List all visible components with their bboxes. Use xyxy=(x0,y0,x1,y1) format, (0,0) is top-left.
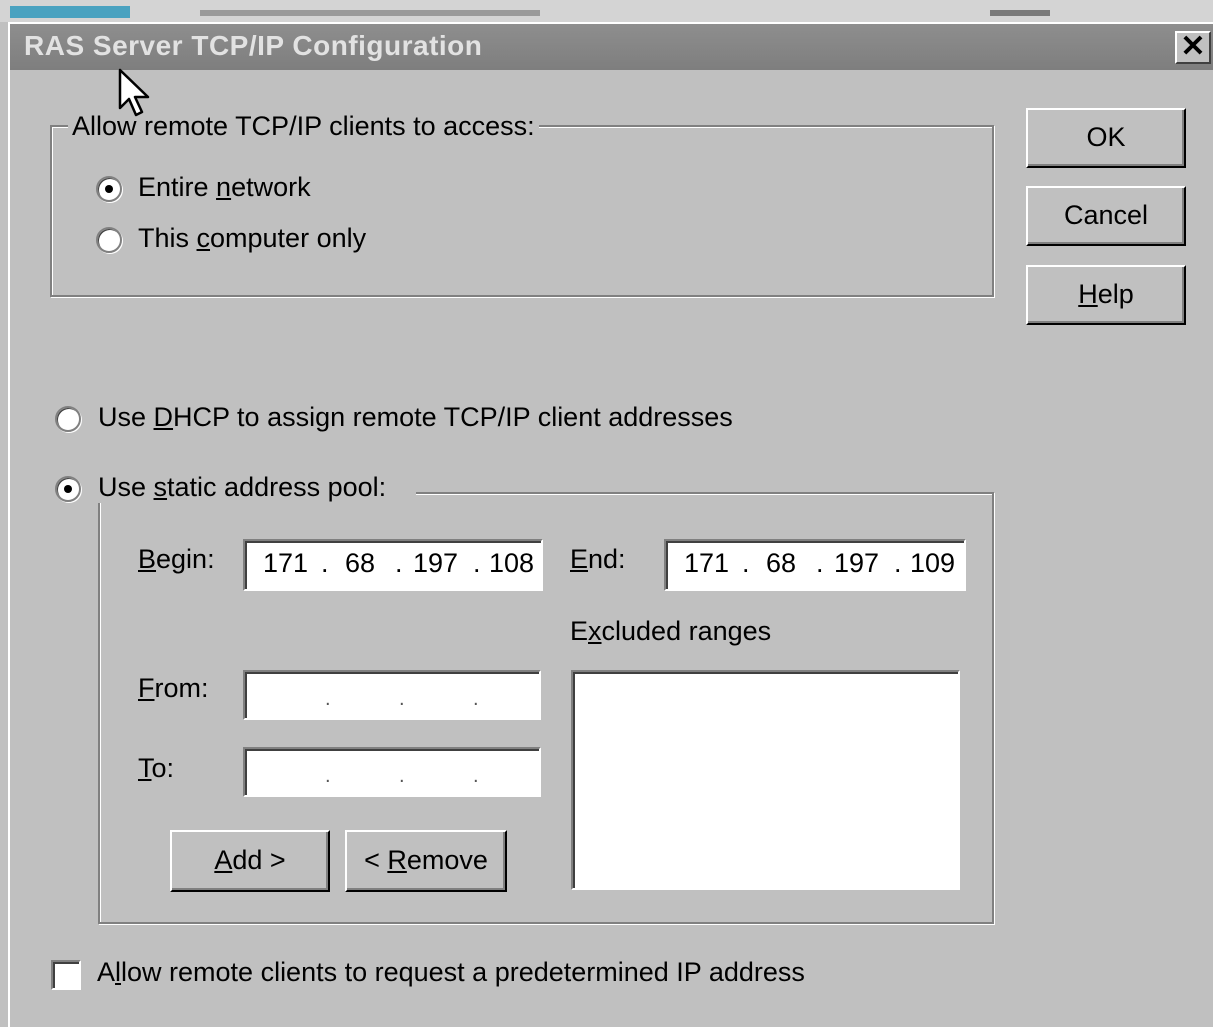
this-computer-only-radio[interactable] xyxy=(96,227,122,253)
accelerator-key: D xyxy=(153,402,174,432)
label-text: tatic address pool: xyxy=(167,472,387,502)
ip-octet: 108 xyxy=(489,548,535,578)
accelerator-key: R xyxy=(387,845,407,875)
label-text: rom: xyxy=(154,673,209,703)
ip-octet: 197 xyxy=(834,548,880,578)
background-taskbar-segment xyxy=(10,6,130,18)
begin-label: Begin: xyxy=(138,544,215,575)
use-static-pool-radio[interactable] xyxy=(55,476,81,502)
accelerator-key: B xyxy=(138,544,157,574)
end-label: End: xyxy=(570,544,626,575)
help-button[interactable]: Help xyxy=(1026,265,1186,325)
ip-separator: . xyxy=(816,548,824,578)
label-text: HCP to assign remote TCP/IP client addre… xyxy=(173,402,733,432)
cancel-button[interactable]: Cancel xyxy=(1026,186,1186,246)
accelerator-key: T xyxy=(138,753,152,783)
label-text: This xyxy=(138,223,197,253)
ip-separator: . xyxy=(894,548,902,578)
remove-label: < xyxy=(364,845,388,875)
mouse-cursor-icon xyxy=(118,68,150,117)
remove-button[interactable]: < Remove xyxy=(345,830,507,892)
label-text: A xyxy=(97,957,116,987)
label-text: E xyxy=(570,616,589,646)
label-text: omputer only xyxy=(210,223,367,253)
dialog-title: RAS Server TCP/IP Configuration xyxy=(24,30,483,61)
label-text: Entire xyxy=(138,172,217,202)
begin-ip-field[interactable]: 171 . 68 . 197 . 108 xyxy=(243,539,543,591)
ip-octet: 197 xyxy=(413,548,459,578)
entire-network-label[interactable]: Entire network xyxy=(138,172,311,203)
close-icon: ✕ xyxy=(1180,30,1206,63)
ip-octet: 171 xyxy=(684,548,730,578)
label-text: egin: xyxy=(156,544,215,574)
accelerator-key: A xyxy=(214,845,233,875)
ip-octet: 109 xyxy=(910,548,956,578)
ip-separator: . xyxy=(395,548,403,578)
label-text: Use xyxy=(98,472,154,502)
ip-separator: . xyxy=(325,688,331,710)
help-label: elp xyxy=(1097,279,1134,309)
predetermined-ip-checkbox[interactable] xyxy=(51,960,81,990)
remove-label: emove xyxy=(406,845,488,875)
ip-separator: . xyxy=(321,548,329,578)
background-window-strip xyxy=(0,0,1213,22)
ip-separator: . xyxy=(399,765,405,787)
ok-button[interactable]: OK xyxy=(1026,108,1186,168)
add-button[interactable]: Add > xyxy=(170,830,330,892)
predetermined-ip-label[interactable]: Allow remote clients to request a predet… xyxy=(97,957,805,988)
label-text: o: xyxy=(151,753,175,783)
excluded-ranges-list[interactable] xyxy=(571,670,960,890)
end-ip-field[interactable]: 171 . 68 . 197 . 109 xyxy=(664,539,966,591)
accelerator-key: s xyxy=(153,472,168,502)
ip-octet: 68 xyxy=(766,548,797,578)
ip-separator: . xyxy=(473,765,479,787)
from-ip-field[interactable]: . . . xyxy=(243,670,541,720)
use-static-pool-label[interactable]: Use static address pool: xyxy=(94,472,417,503)
entire-network-radio[interactable] xyxy=(96,176,122,202)
use-dhcp-radio[interactable] xyxy=(55,406,81,432)
access-groupbox xyxy=(50,125,994,297)
label-text: Use xyxy=(98,402,154,432)
background-taskbar-segment xyxy=(200,10,540,16)
accelerator-key: E xyxy=(570,544,589,574)
ip-separator: . xyxy=(325,765,331,787)
from-label: From: xyxy=(138,673,209,704)
label-text: cluded ranges xyxy=(601,616,772,646)
to-ip-field[interactable]: . . . xyxy=(243,747,541,797)
label-text: low remote clients to request a predeter… xyxy=(121,957,805,987)
ip-octet: 68 xyxy=(345,548,376,578)
ip-octet: 171 xyxy=(263,548,309,578)
ok-label: OK xyxy=(1086,122,1126,152)
accelerator-key: x xyxy=(588,616,602,646)
background-taskbar-segment xyxy=(990,10,1050,16)
excluded-ranges-label: Excluded ranges xyxy=(570,616,771,647)
to-label: To: xyxy=(138,753,174,784)
ip-separator: . xyxy=(399,688,405,710)
cancel-label: Cancel xyxy=(1063,200,1149,230)
this-computer-only-label[interactable]: This computer only xyxy=(138,223,366,254)
accelerator-key: n xyxy=(216,172,232,202)
ip-separator: . xyxy=(742,548,750,578)
accelerator-key: F xyxy=(138,673,155,703)
ip-separator: . xyxy=(473,548,481,578)
ip-separator: . xyxy=(473,688,479,710)
accelerator-key: H xyxy=(1078,279,1098,309)
label-text: etwork xyxy=(231,172,311,202)
close-button[interactable]: ✕ xyxy=(1175,31,1211,64)
use-dhcp-label[interactable]: Use DHCP to assign remote TCP/IP client … xyxy=(98,402,733,433)
add-label: dd > xyxy=(232,845,286,875)
label-text: nd: xyxy=(588,544,626,574)
title-bar[interactable]: RAS Server TCP/IP Configuration xyxy=(10,24,1213,70)
accelerator-key: c xyxy=(196,223,211,253)
